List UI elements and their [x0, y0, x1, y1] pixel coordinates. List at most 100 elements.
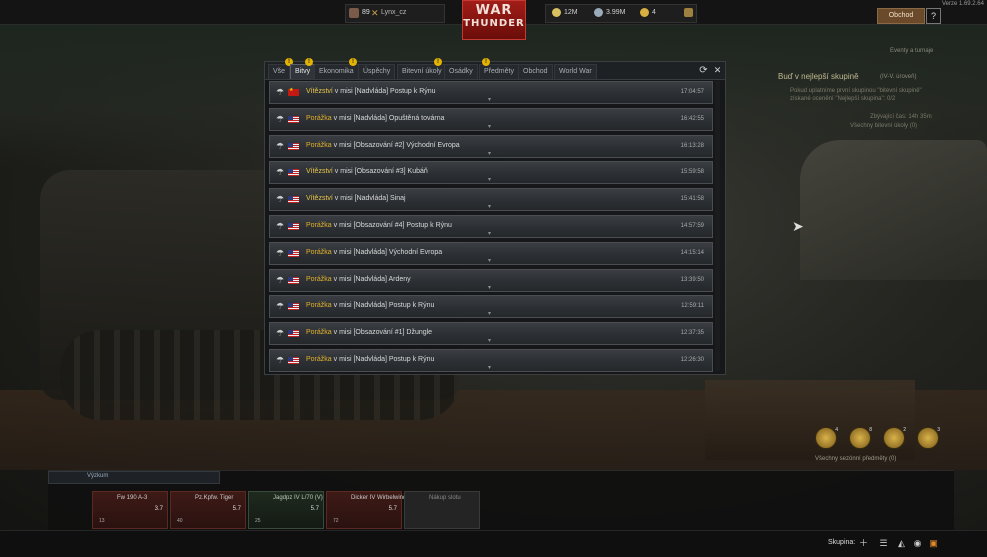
flag-icon	[288, 276, 299, 284]
battle-row[interactable]: ☂ Porážka v misi [Nadvláda] Východní Evro…	[269, 241, 713, 265]
parachute-icon: ☂	[276, 221, 285, 231]
crossed-swords-icon: ✕	[371, 8, 379, 18]
battle-time: 13:39:50	[680, 276, 704, 283]
parachute-icon: ☂	[276, 194, 285, 205]
battle-row[interactable]: ☂ Porážka v misi [Obsazování #2] Východní…	[269, 134, 713, 158]
flag-icon	[288, 357, 299, 364]
alert-badge: !	[482, 58, 490, 66]
shop-button[interactable]: Obchod	[877, 8, 925, 24]
result-label: Porážka	[306, 302, 332, 310]
scrollbar[interactable]	[715, 81, 720, 371]
alert-badge: !	[434, 58, 442, 66]
chat-icon[interactable]: ◉	[912, 538, 923, 549]
battle-result-text: Porážka v misi [Obsazování #1] Džungle	[306, 329, 433, 337]
vehicle-slot[interactable]: Fw 190 A-3 3.7 13	[92, 491, 168, 529]
battle-time: 16:42:55	[680, 115, 704, 122]
medal-icon[interactable]: 4	[815, 427, 838, 449]
challenges-link[interactable]: Všechny bitevní úkoly (0)	[850, 123, 917, 129]
war-thunder-logo[interactable]: WAR THUNDER	[462, 0, 526, 40]
battle-time: 15:59:58	[680, 169, 704, 176]
parachute-icon: ☂	[276, 301, 285, 312]
tab-shop[interactable]: Obchod	[518, 64, 553, 79]
battle-row[interactable]: ☂ Porážka v misi [Nadvláda] Opuštěná tová…	[269, 107, 713, 131]
mouse-cursor-icon: ➤	[792, 218, 804, 234]
medal-icon[interactable]: 2	[883, 427, 906, 449]
chevron-down-icon[interactable]: ▾	[488, 337, 491, 344]
player-profile[interactable]: 89 ✕ Lynx_cz	[345, 4, 445, 23]
event-title-suffix: (IV-V. úroveň)	[880, 74, 917, 80]
vehicle-slot[interactable]: Jagdpz IV L/70 (V) 5.7 25	[248, 491, 324, 529]
battle-time: 14:15:14	[680, 249, 704, 256]
close-icon[interactable]: ✕	[712, 65, 723, 76]
squad-label: Skupina:	[828, 539, 856, 546]
battle-result-text: Porážka v misi [Nadvláda] Ardeny	[306, 275, 411, 283]
chevron-down-icon[interactable]: ▾	[488, 230, 491, 237]
flag-icon	[288, 196, 299, 204]
premium-icon[interactable]	[684, 8, 693, 17]
vehicle-slot[interactable]: Dicker IV Wirbelwind 5.7 72	[326, 491, 406, 529]
battle-row[interactable]: ☂ Porážka v misi [Nadvláda] Postup k Rýnu…	[269, 349, 713, 372]
battle-time: 12:59:11	[681, 303, 704, 310]
battle-time: 12:37:35	[680, 330, 704, 337]
research-header[interactable]: Výzkum	[48, 471, 220, 484]
tab-bar: Vše! Bitvy! Ekonomika! Úspěchy Bitevní ú…	[265, 58, 725, 80]
battle-result-text: Porážka v misi [Obsazování #2] Východní …	[306, 141, 460, 149]
chevron-down-icon[interactable]: ▾	[488, 176, 491, 183]
result-label: Porážka	[306, 356, 332, 363]
result-label: Vítězství	[306, 88, 333, 95]
flag-icon	[288, 330, 299, 338]
event-description: Pokud uplatníme první skupinou "bitevní …	[790, 88, 922, 94]
battle-time: 14:57:59	[680, 223, 704, 229]
medal-icon[interactable]: 8	[849, 427, 872, 449]
result-label: Porážka	[306, 114, 332, 122]
contacts-icon[interactable]: ◭	[896, 538, 907, 549]
chevron-down-icon[interactable]: ▾	[488, 257, 491, 264]
add-squad-icon[interactable]: ＋	[858, 538, 869, 549]
chevron-down-icon[interactable]: ▾	[488, 203, 491, 210]
flag-icon	[288, 115, 299, 123]
chevron-down-icon[interactable]: ▾	[488, 150, 491, 157]
tab-achievements[interactable]: Úspěchy	[358, 64, 396, 79]
tab-world-war[interactable]: World War	[554, 64, 597, 79]
battle-time: 16:13:28	[680, 142, 704, 149]
tab-crews[interactable]: Osádky	[444, 64, 478, 79]
result-label: Porážka	[306, 141, 332, 149]
tab-items[interactable]: Předměty!	[479, 58, 519, 79]
tab-all[interactable]: Vše!	[268, 58, 293, 79]
seasonal-items-link[interactable]: Všechny sezónní předměty (0)	[815, 456, 896, 462]
battle-row[interactable]: ☂ Porážka v misi [Obsazování #4] Postup k…	[269, 215, 713, 238]
chevron-down-icon[interactable]: ▾	[488, 364, 491, 371]
battle-row[interactable]: ☂ Porážka v misi [Obsazování #1] Džungle 1…	[269, 322, 713, 346]
battle-row[interactable]: ☂ Vítězství v misi [Nadvláda] Postup k Rý…	[269, 81, 713, 104]
tab-economy[interactable]: Ekonomika!	[314, 58, 359, 79]
bottom-bar: Skupina: ＋ ☰ ◭ ◉ ▣	[0, 530, 987, 557]
vehicle-slot[interactable]: Pz.Kpfw. Tiger 5.7 40	[170, 491, 246, 529]
mail-icon[interactable]: ▣	[928, 538, 939, 549]
battle-time: 15:41:58	[680, 196, 704, 203]
refresh-icon[interactable]: ⟳	[698, 65, 709, 76]
result-label: Porážka	[306, 222, 332, 229]
list-icon[interactable]: ☰	[878, 538, 889, 549]
result-label: Porážka	[306, 275, 332, 283]
tab-battles[interactable]: Bitvy!	[290, 58, 316, 79]
chevron-down-icon[interactable]: ▾	[488, 310, 491, 317]
events-link[interactable]: Eventy a turnaje	[890, 48, 933, 54]
rp-icon	[594, 8, 603, 17]
battle-row[interactable]: ☂ Porážka v misi [Nadvláda] Postup k Rýnu…	[269, 295, 713, 319]
event-time-left: Zbývající čas: 14h 35m	[870, 114, 932, 120]
battle-row[interactable]: ☂ Porážka v misi [Nadvláda] Ardeny 13:39:5…	[269, 268, 713, 292]
medal-icon[interactable]: 3	[917, 427, 940, 449]
chevron-down-icon[interactable]: ▾	[488, 284, 491, 291]
alert-badge: !	[349, 58, 357, 66]
result-label: Porážka	[306, 248, 332, 256]
battle-row[interactable]: ☂ Vítězství v misi [Obsazování #3] Kubáň 1…	[269, 161, 713, 185]
battle-row[interactable]: ☂ Vítězství v misi [Nadvláda] Sinaj 15:41:…	[269, 188, 713, 212]
battle-result-text: Porážka v misi [Obsazování #4] Postup k …	[306, 222, 452, 229]
player-name: Lynx_cz	[381, 9, 407, 16]
chevron-down-icon[interactable]: ▾	[488, 96, 491, 103]
result-label: Porážka	[306, 329, 332, 337]
tab-battle-tasks[interactable]: Bitevní úkoly!	[397, 58, 447, 79]
help-button[interactable]: ?	[926, 8, 941, 24]
buy-slot-button[interactable]: Nákup slotu	[404, 491, 480, 529]
chevron-down-icon[interactable]: ▾	[488, 123, 491, 130]
